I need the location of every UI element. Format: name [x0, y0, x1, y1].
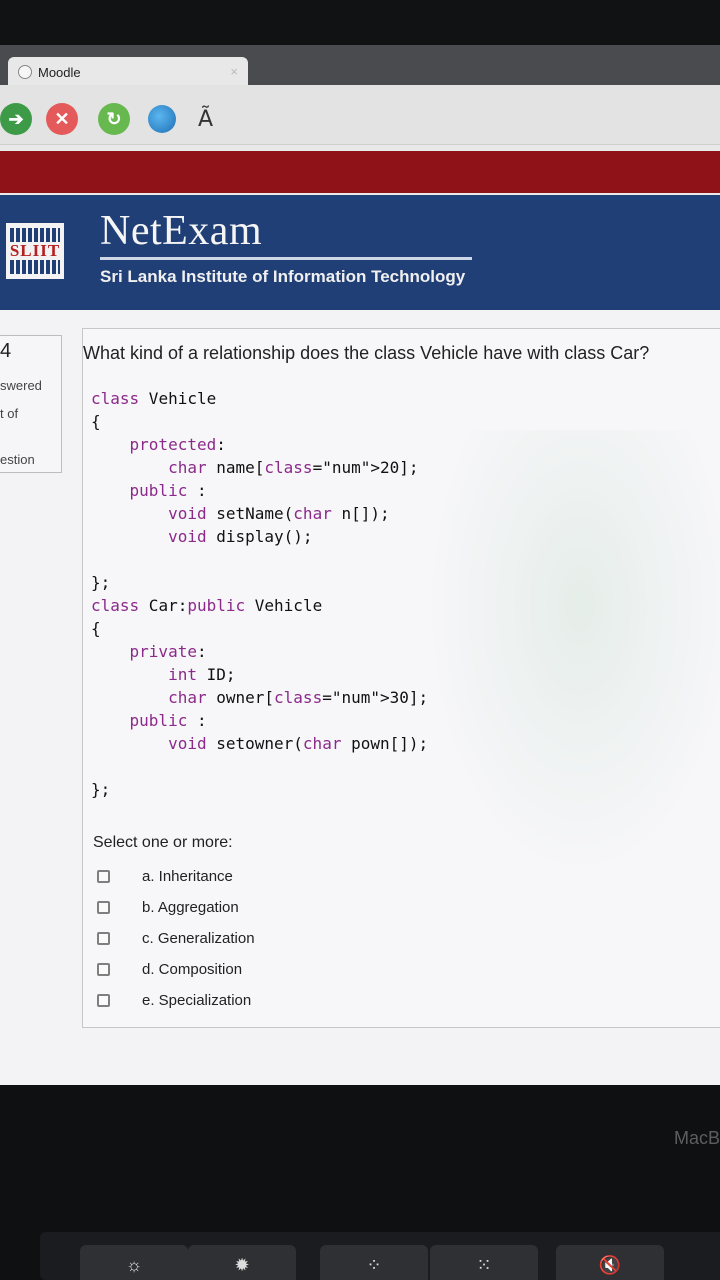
code-line: void display(); [168, 527, 313, 546]
tab-close-icon[interactable]: × [230, 64, 238, 79]
checkbox[interactable] [97, 932, 110, 945]
code-line: int ID; [168, 665, 236, 684]
back-icon[interactable]: ➔ [0, 103, 32, 135]
moodle-favicon-icon [18, 65, 32, 79]
browser-toolbar: ➔ ✕ ↻ Ã [0, 85, 720, 145]
brightness-high-icon[interactable]: ✹ [188, 1245, 296, 1280]
code-line: class Vehicle [91, 389, 217, 408]
browser-tab[interactable]: Moodle × [8, 57, 248, 87]
option-label: b. Aggregation [142, 899, 239, 916]
code-line: }; [91, 573, 111, 592]
code-line: class Car:public Vehicle [91, 596, 323, 615]
option-label: e. Specialization [142, 992, 252, 1009]
code-line: void setName(char n[]); [168, 504, 390, 523]
question-number: 4 [0, 340, 12, 362]
code-line: char name[class="num">20]; [168, 458, 419, 477]
site-title: NetExam [100, 208, 263, 254]
select-instruction: Select one or more: [93, 834, 233, 851]
code-line: public : [129, 481, 207, 500]
code-line: { [91, 412, 101, 431]
logo-grid-icon [10, 260, 60, 274]
option-label: a. Inheritance [142, 868, 233, 885]
answer-option[interactable]: d. Composition [97, 954, 255, 985]
code-line: private: [129, 642, 207, 661]
site-banner: SLIIT NetExam Sri Lanka Institute of Inf… [0, 195, 720, 310]
checkbox[interactable] [97, 870, 110, 883]
answer-option[interactable]: b. Aggregation [97, 892, 255, 923]
checkbox[interactable] [97, 963, 110, 976]
code-line: protected: [129, 435, 226, 454]
answer-option[interactable]: e. Specialization [97, 985, 255, 1016]
question-box: What kind of a relationship does the cla… [82, 328, 720, 1028]
keyboard-light-high-icon[interactable]: ⁙ [430, 1245, 538, 1280]
tab-title: Moodle [38, 64, 81, 80]
globe-icon[interactable] [148, 105, 176, 133]
browser-tabbar: Moodle × [0, 45, 720, 87]
sliit-logo: SLIIT [4, 221, 66, 281]
answer-option[interactable]: a. Inheritance [97, 861, 255, 892]
brightness-low-icon[interactable]: ☼ [80, 1245, 188, 1280]
question-marks: t of [0, 406, 19, 421]
logo-grid-icon [10, 228, 60, 242]
flag-question-link[interactable]: estion [0, 452, 35, 467]
screen: Moodle × ➔ ✕ ↻ Ã SLIIT NetExam Sri Lanka… [0, 45, 720, 1085]
reload-icon[interactable]: ↻ [98, 103, 130, 135]
mute-icon[interactable]: 🔇 [556, 1245, 664, 1280]
logo-text: SLIIT [9, 241, 61, 260]
title-divider [100, 257, 472, 260]
code-line: }; [91, 780, 111, 799]
device-bezel-top [0, 0, 720, 50]
checkbox[interactable] [97, 901, 110, 914]
keyboard-light-low-icon[interactable]: ⁘ [320, 1245, 428, 1280]
answer-option[interactable]: c. Generalization [97, 923, 255, 954]
code-line: public : [129, 711, 207, 730]
code-block: class Vehicle { protected: char name[clas… [91, 387, 428, 801]
option-label: d. Composition [142, 961, 243, 978]
quiz-content: 4 swered t of estion What kind of a rela… [0, 310, 720, 1085]
question-text: What kind of a relationship does the cla… [83, 343, 650, 363]
checkbox[interactable] [97, 994, 110, 1007]
question-info-box: 4 swered t of estion [0, 335, 62, 473]
code-line: void setowner(char pown[]); [168, 734, 429, 753]
toolbar-glyph: Ã [198, 107, 214, 132]
site-subtitle: Sri Lanka Institute of Information Techn… [100, 267, 466, 286]
code-line: char owner[class="num">30]; [168, 688, 429, 707]
header-red-band [0, 151, 720, 193]
answer-options: a. Inheritance b. Aggregation c. General… [97, 861, 255, 1016]
option-label: c. Generalization [142, 930, 255, 947]
device-brand: MacB [673, 1128, 720, 1148]
code-line: { [91, 619, 101, 638]
question-status: swered [0, 378, 42, 393]
stop-icon[interactable]: ✕ [46, 103, 78, 135]
